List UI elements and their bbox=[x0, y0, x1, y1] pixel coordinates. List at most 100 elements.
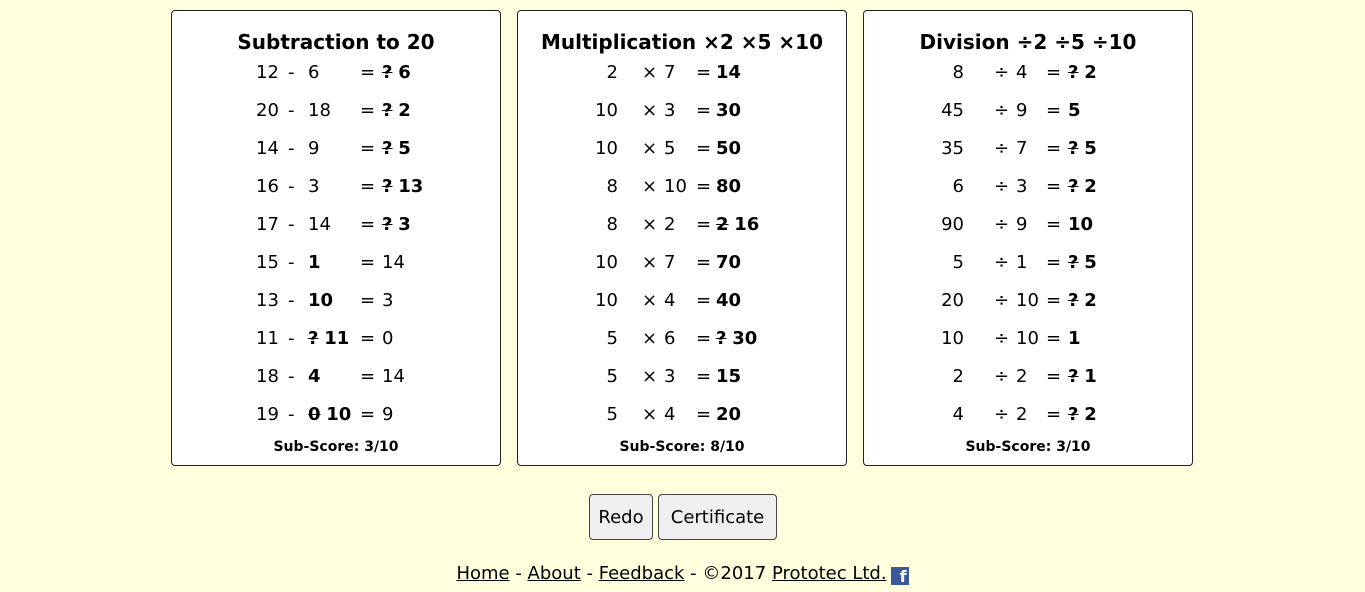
correct-answer: 14 bbox=[716, 62, 742, 83]
operator: ÷ bbox=[994, 138, 1010, 159]
operator: - bbox=[288, 62, 295, 83]
operator: ÷ bbox=[994, 328, 1010, 349]
answer[interactable]: ? 13 bbox=[382, 173, 423, 201]
question-row: 8 × 2 = 2 16 bbox=[518, 211, 846, 239]
operand-b: 6 bbox=[308, 62, 320, 83]
operand-a: 20 bbox=[941, 290, 964, 311]
answer[interactable]: 14 bbox=[716, 59, 741, 87]
answer[interactable]: ? 2 bbox=[1068, 401, 1097, 429]
correct-answer: 16 bbox=[734, 214, 760, 235]
operand-a: 4 bbox=[952, 404, 964, 425]
question-row: 17-14 =? 3 bbox=[172, 211, 500, 239]
correct-answer: 2 bbox=[398, 100, 411, 121]
answer[interactable]: 20 bbox=[716, 401, 741, 429]
question-row: 11-? 11 = 0 bbox=[172, 325, 500, 353]
equals-sign: = bbox=[696, 290, 712, 311]
answer[interactable]: 1 bbox=[1068, 325, 1081, 353]
question-row: 35 ÷ 7 =? 5 bbox=[864, 135, 1192, 163]
operator: - bbox=[288, 138, 295, 159]
equals-sign: = bbox=[360, 366, 376, 387]
equals-sign: = bbox=[696, 138, 712, 159]
answer[interactable]: ? 3 bbox=[382, 211, 411, 239]
operator: - bbox=[288, 366, 295, 387]
question-row: 8 ÷ 4 =? 2 bbox=[864, 59, 1192, 87]
answer[interactable]: ? 2 bbox=[1068, 59, 1097, 87]
answer[interactable]: ? 5 bbox=[1068, 249, 1097, 277]
operand-a: 11 bbox=[256, 328, 279, 349]
answer[interactable]: ? 1 bbox=[1068, 363, 1097, 391]
answer[interactable]: 30 bbox=[716, 97, 741, 125]
answer[interactable]: 15 bbox=[716, 363, 741, 391]
correct-answer: 1 bbox=[1068, 328, 1081, 349]
answer[interactable]: ? 11 bbox=[308, 325, 349, 353]
operator: × bbox=[642, 404, 658, 425]
home-link[interactable]: Home bbox=[456, 563, 509, 584]
wrong-answer: ? bbox=[382, 62, 393, 83]
equals-sign: = bbox=[360, 252, 376, 273]
operand-a: 20 bbox=[256, 100, 279, 121]
answer[interactable]: ? 2 bbox=[1068, 173, 1097, 201]
question-row: 6 ÷ 3 =? 2 bbox=[864, 173, 1192, 201]
footer-separator: - bbox=[684, 563, 703, 584]
answer[interactable]: 0 10 bbox=[308, 401, 351, 429]
answer[interactable]: 40 bbox=[716, 287, 741, 315]
correct-answer: 6 bbox=[398, 62, 411, 83]
operand-b: 3 bbox=[664, 366, 676, 387]
feedback-link[interactable]: Feedback bbox=[599, 563, 685, 584]
equals-sign: = bbox=[360, 100, 376, 121]
answer[interactable]: ? 5 bbox=[1068, 135, 1097, 163]
answer[interactable]: 10 bbox=[1068, 211, 1093, 239]
operand-b: 9 bbox=[308, 138, 320, 159]
operator: - bbox=[288, 100, 295, 121]
answer[interactable]: ? 2 bbox=[382, 97, 411, 125]
operand-b: 3 bbox=[1016, 176, 1028, 197]
operator: ÷ bbox=[994, 252, 1010, 273]
answer[interactable]: 2 16 bbox=[716, 211, 759, 239]
operand-a: 18 bbox=[256, 366, 279, 387]
sub-score: Sub-Score: 3/10 bbox=[273, 439, 399, 455]
equals-sign: = bbox=[696, 100, 712, 121]
company-link[interactable]: Prototec Ltd. bbox=[772, 563, 887, 584]
wrong-answer: ? bbox=[1068, 138, 1079, 159]
wrong-answer: ? bbox=[716, 328, 727, 349]
question-row: 10 × 7 = 70 bbox=[518, 249, 846, 277]
equals-sign: = bbox=[696, 404, 712, 425]
redo-button[interactable]: Redo bbox=[589, 494, 653, 540]
answer[interactable]: ? 30 bbox=[716, 325, 757, 353]
answer[interactable]: 80 bbox=[716, 173, 741, 201]
answer[interactable]: 1 bbox=[308, 249, 321, 277]
panel-title: Division ÷2 ÷5 ÷10 bbox=[919, 30, 1137, 54]
about-link[interactable]: About bbox=[528, 563, 581, 584]
certificate-button[interactable]: Certificate bbox=[658, 494, 777, 540]
copyright-text: ©2017 bbox=[702, 563, 767, 584]
operator: ÷ bbox=[994, 62, 1010, 83]
operator: - bbox=[288, 404, 295, 425]
correct-answer: 30 bbox=[716, 100, 742, 121]
facebook-icon[interactable]: f bbox=[890, 567, 909, 586]
answer[interactable]: 5 bbox=[1068, 97, 1081, 125]
equals-sign: = bbox=[696, 62, 712, 83]
equals-sign: = bbox=[360, 328, 376, 349]
answer[interactable]: 10 bbox=[308, 287, 333, 315]
answer[interactable]: 50 bbox=[716, 135, 741, 163]
answer[interactable]: ? 6 bbox=[382, 59, 411, 87]
answer[interactable]: 70 bbox=[716, 249, 741, 277]
wrong-answer: ? bbox=[1068, 290, 1079, 311]
equals-sign: = bbox=[1046, 100, 1062, 121]
equals-sign: = bbox=[696, 328, 712, 349]
answer[interactable]: ? 5 bbox=[382, 135, 411, 163]
question-row: 10 × 4 = 40 bbox=[518, 287, 846, 315]
equals-sign: = bbox=[1046, 214, 1062, 235]
equals-sign: = bbox=[1046, 328, 1062, 349]
operator: - bbox=[288, 328, 295, 349]
answer[interactable]: 4 bbox=[308, 363, 321, 391]
operand-a: 2 bbox=[952, 366, 964, 387]
answer[interactable]: ? 2 bbox=[1068, 287, 1097, 315]
operand-a: 5 bbox=[952, 252, 964, 273]
correct-answer: 2 bbox=[1084, 404, 1097, 425]
correct-answer: 2 bbox=[1084, 176, 1097, 197]
operator: - bbox=[288, 252, 295, 273]
operand-a: 10 bbox=[595, 252, 618, 273]
correct-answer: 70 bbox=[716, 252, 742, 273]
operand-a: 6 bbox=[952, 176, 964, 197]
